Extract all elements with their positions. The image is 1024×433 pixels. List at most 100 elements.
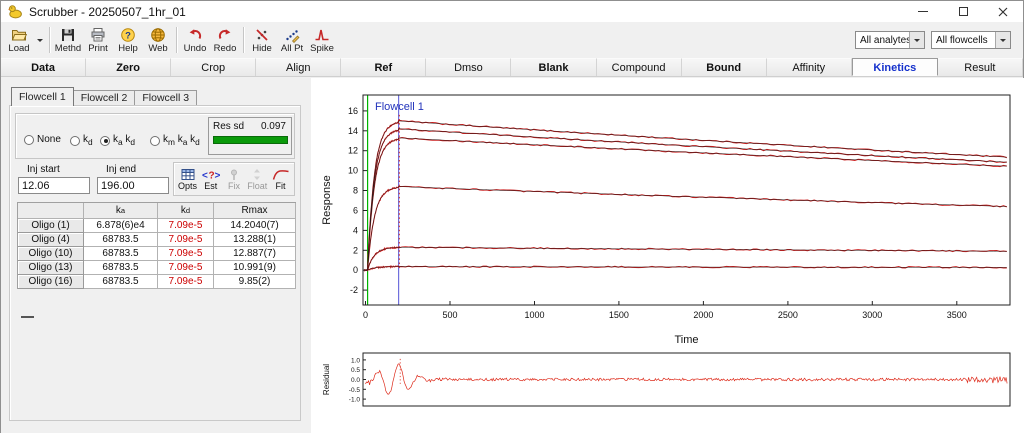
analytes-dropdown[interactable]: All analytes <box>855 31 925 49</box>
svg-text:Residual: Residual <box>322 364 331 395</box>
cell-ka[interactable]: 68783.5 <box>84 275 158 289</box>
radio-kd[interactable]: kd <box>70 134 93 147</box>
cell-kd[interactable]: 7.09e-5 <box>158 261 214 275</box>
svg-text:14: 14 <box>348 126 358 136</box>
cell-rmax[interactable]: 12.887(7) <box>214 247 296 261</box>
radio-km-ka-kd[interactable]: km ka kd <box>150 134 200 147</box>
svg-text:1500: 1500 <box>609 310 629 320</box>
toolbar-button-undo[interactable]: Undo <box>180 24 210 57</box>
app-icon-duck <box>8 4 23 19</box>
tab-blank[interactable]: Blank <box>511 58 597 76</box>
svg-text:2500: 2500 <box>778 310 798 320</box>
cell-ka[interactable]: 68783.5 <box>84 233 158 247</box>
chevron-down-icon[interactable] <box>995 32 1010 48</box>
load-dropdown-arrow-icon[interactable] <box>34 24 46 57</box>
folder-open-icon <box>11 27 27 43</box>
toolbar-button-redo[interactable]: Redo <box>210 24 240 57</box>
tab-result[interactable]: Result <box>937 58 1023 76</box>
flowcell-tab-1[interactable]: Flowcell 1 <box>11 87 74 106</box>
panel-button-opts[interactable]: Opts <box>176 164 199 194</box>
tab-ref[interactable]: Ref <box>341 58 427 76</box>
inj-start-label: Inj start <box>27 164 60 175</box>
printer-icon <box>90 27 106 43</box>
cell-rmax[interactable]: 9.85(2) <box>214 275 296 289</box>
cell-kd[interactable]: 7.09e-5 <box>158 233 214 247</box>
cell-ka[interactable]: 68783.5 <box>84 261 158 275</box>
toolbar: Load Methd Print? Help Web Undo Redo Hide All Pt… <box>1 22 1023 58</box>
res-sd-box: Res sd 0.097 <box>208 117 292 155</box>
cell-kd[interactable]: 7.09e-5 <box>158 247 214 261</box>
maximize-button[interactable] <box>943 1 983 22</box>
radio-button-icon <box>150 135 160 146</box>
inj-end-label: Inj end <box>106 164 137 175</box>
svg-text:0: 0 <box>353 265 358 275</box>
toolbar-button-methd[interactable]: Methd <box>53 24 83 57</box>
tab-data[interactable]: Data <box>1 58 87 76</box>
residual-chart[interactable]: 1.0 0.5 0.0 -0.5 -1.0 Residual <box>317 349 1021 411</box>
row-label-button[interactable]: Oligo (1) <box>18 219 84 233</box>
toolbar-button-hide[interactable]: Hide <box>247 24 277 57</box>
globe-icon <box>150 27 166 43</box>
cell-kd[interactable]: 7.09e-5 <box>158 219 214 233</box>
row-label-button[interactable]: Oligo (4) <box>18 233 84 247</box>
tab-align[interactable]: Align <box>256 58 342 76</box>
svg-text:10: 10 <box>348 166 358 176</box>
inj-end-input[interactable] <box>97 177 169 194</box>
svg-text:0.5: 0.5 <box>351 367 360 374</box>
tab-zero[interactable]: Zero <box>86 58 172 76</box>
svg-text:6: 6 <box>353 206 358 216</box>
toolbar-button-help[interactable]: ? Help <box>113 24 143 57</box>
toolbar-button-print[interactable]: Print <box>83 24 113 57</box>
tab-dmso[interactable]: Dmso <box>426 58 512 76</box>
cell-kd[interactable]: 7.09e-5 <box>158 275 214 289</box>
cell-rmax[interactable]: 10.991(9) <box>214 261 296 275</box>
row-label-button[interactable]: Oligo (13) <box>18 261 84 275</box>
tab-bound[interactable]: Bound <box>681 58 767 76</box>
row-label-button[interactable]: Oligo (10) <box>18 247 84 261</box>
model-options-box: Res sd 0.097 None kd ka kd km ka kd <box>15 113 295 159</box>
svg-text:3500: 3500 <box>947 310 967 320</box>
toolbar-buttons: Load Methd Print? Help Web Undo Redo Hide All Pt… <box>4 24 337 57</box>
tab-affinity[interactable]: Affinity <box>766 58 852 76</box>
toolbar-button-allpt[interactable]: All Pt <box>277 24 307 57</box>
radio-button-icon <box>100 135 110 146</box>
inj-start-input[interactable] <box>18 177 90 194</box>
tab-kinetics[interactable]: Kinetics <box>851 58 938 76</box>
radio-none[interactable]: None <box>24 134 61 145</box>
cell-rmax[interactable]: 14.2040(7) <box>214 219 296 233</box>
col-header-ka: ka <box>84 203 158 219</box>
main-chart[interactable]: 0 500 1000 1500 2000 2500 3000 3500 -2 0 2 4 6 8 10 12 1… <box>317 87 1021 349</box>
flowcells-dropdown[interactable]: All flowcells <box>931 31 1011 49</box>
toolbar-button-web[interactable]: Web <box>143 24 173 57</box>
toolbar-separator <box>176 27 177 53</box>
svg-text:Time: Time <box>674 334 698 346</box>
flowcell-tab-3[interactable]: Flowcell 3 <box>134 90 198 106</box>
tab-compound[interactable]: Compound <box>596 58 682 76</box>
svg-text:2: 2 <box>353 245 358 255</box>
close-icon <box>998 7 1008 17</box>
close-button[interactable] <box>983 1 1023 22</box>
res-sd-label: Res sd <box>213 121 245 132</box>
panel-button-fit[interactable]: Fit <box>269 164 292 194</box>
svg-text:Response: Response <box>321 175 333 225</box>
svg-text:Flowcell 1: Flowcell 1 <box>375 101 424 113</box>
panel-button-est[interactable]: <? > Est <box>199 164 222 194</box>
cell-ka[interactable]: 68783.5 <box>84 247 158 261</box>
cell-ka[interactable]: 6.878(6)e4 <box>84 219 158 233</box>
estimate-icon: <? > <box>201 167 221 181</box>
toolbar-button-spike[interactable]: Spike <box>307 24 337 57</box>
tab-crop[interactable]: Crop <box>171 58 257 76</box>
chart-area: 0 500 1000 1500 2000 2500 3000 3500 -2 0 2 4 6 8 10 12 1… <box>311 78 1024 433</box>
chevron-down-icon[interactable] <box>909 32 924 48</box>
toolbar-button-load[interactable]: Load <box>4 24 34 57</box>
cell-rmax[interactable]: 13.288(1) <box>214 233 296 247</box>
svg-text:8: 8 <box>353 186 358 196</box>
all-points-icon <box>284 27 300 43</box>
panel-dash <box>21 316 34 318</box>
radio-ka-kd[interactable]: ka kd <box>100 134 135 147</box>
minimize-button[interactable] <box>903 1 943 22</box>
radio-button-icon <box>70 135 80 146</box>
row-label-button[interactable]: Oligo (16) <box>18 275 84 289</box>
fix-icon <box>227 167 241 181</box>
flowcell-tab-2[interactable]: Flowcell 2 <box>72 90 136 106</box>
